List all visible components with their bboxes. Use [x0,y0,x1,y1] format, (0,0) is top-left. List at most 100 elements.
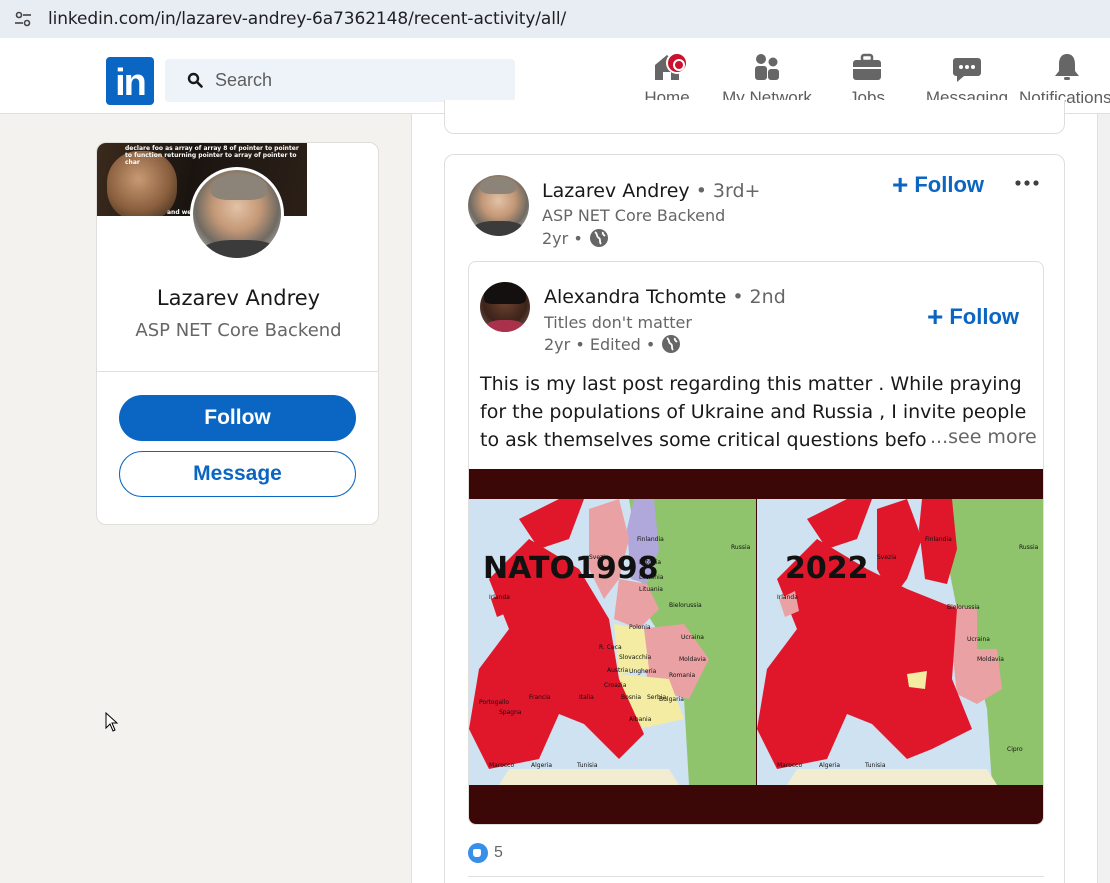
briefcase-icon [853,53,881,80]
map-country-label: Marocco [777,762,802,769]
globe-icon [589,229,608,247]
profile-card: declare foo as array of array 8 of point… [96,142,379,525]
people-icon [755,54,779,80]
browser-url-bar[interactable]: linkedin.com/in/lazarev-andrey-6a7362148… [0,0,1110,38]
shared-connection-degree: • 2nd [732,286,786,308]
more-options-icon[interactable] [1012,173,1042,193]
bell-icon [1055,54,1079,80]
map-country-label: Ucraina [967,636,990,643]
see-more-link[interactable]: ...see more [926,426,1037,448]
map-country-label: Croazia [604,682,627,689]
post-image[interactable]: Finlandia Russia Svezia Estonia Lettonia Litu… [469,469,1043,824]
map-country-label: Bielorussia [947,604,980,611]
post-author[interactable]: Lazarev Andrey • 3rd+ [542,180,760,202]
reactions-summary[interactable]: 5 [468,843,503,863]
notification-badge [666,52,688,74]
map-nato-2022: Finlandia Russia Svezia Bielorussia Irlanda U… [757,499,1043,785]
map-country-label: Slovacchia [619,654,651,661]
map-country-label: Russia [731,544,751,551]
map-country-label: Ucraina [681,634,704,641]
map-country-label: Tunisia [864,762,886,769]
search-input[interactable] [215,59,505,102]
post-follow-button[interactable]: + Follow [892,169,985,200]
shared-post[interactable]: Alexandra Tchomte • 2nd Titles don't mat… [468,261,1044,825]
shared-author-headline: Titles don't matter [544,313,692,332]
connection-degree: • 3rd+ [695,180,761,202]
map-nato-1998: Finlandia Russia Svezia Estonia Lettonia Litu… [469,499,756,785]
map-country-label: Portogallo [479,699,509,706]
map-country-label: Russia [1019,544,1039,551]
map-left-title: NATO1998 [483,551,659,586]
post-author-avatar[interactable] [468,175,529,236]
map-country-label: Finlandia [637,536,664,543]
map-country-label: Lituania [639,586,663,593]
profile-headline: ASP NET Core Backend [135,320,342,341]
map-country-label: Bosnia [621,694,641,701]
map-country-label: Albania [629,716,652,723]
plus-icon: + [892,169,909,200]
post-meta: 2yr • [542,228,609,248]
avatar-hair [480,177,516,194]
map-country-label: Irlanda [777,594,798,601]
site-settings-icon[interactable] [14,10,32,28]
shared-follow-button[interactable]: + Follow [927,301,1020,332]
avatar-hair [484,282,526,304]
map-country-label: Moldavia [679,656,706,663]
map-country-label: Svezia [877,554,897,561]
previous-post-card [444,100,1065,134]
post-time: 2yr • [542,228,583,248]
map-country-label: Marocco [489,762,514,769]
map-country-label: Spagna [499,709,522,716]
post-author-headline: ASP NET Core Backend [542,206,726,225]
map-country-label: Cipro [1007,746,1023,753]
map-country-label: R. Ceca [599,644,622,651]
reaction-count: 5 [494,844,503,861]
map-country-label: Moldavia [977,656,1004,663]
map-country-label: Ungheria [629,668,657,675]
shared-author[interactable]: Alexandra Tchomte • 2nd [544,286,786,308]
linkedin-logo[interactable]: in [106,57,154,105]
page-scrollbar[interactable] [1098,114,1110,883]
map-country-label: Italia [579,694,594,701]
post-author-name[interactable]: Lazarev Andrey [542,180,690,202]
globe-icon [662,335,681,353]
avatar[interactable] [190,167,284,261]
divider [97,371,378,372]
map-country-label: Algeria [819,762,840,769]
follow-button[interactable]: Follow [119,395,356,441]
map-country-label: Austria [607,667,629,674]
shared-follow-label: Follow [949,304,1020,329]
feed-post: Lazarev Andrey • 3rd+ ASP NET Core Backe… [444,154,1065,883]
map-country-label: Bielorussia [669,602,702,609]
shared-author-name[interactable]: Alexandra Tchomte [544,286,726,308]
map-right-title: 2022 [785,551,869,586]
shared-post-meta: 2yr • Edited • [544,334,681,354]
message-button[interactable]: Message [119,451,356,497]
map-country-label: Algeria [531,762,552,769]
plus-icon: + [927,301,944,332]
avatar-shirt [473,221,524,236]
mouse-cursor-icon [105,712,119,732]
europe-map-2022: Finlandia Russia Svezia Bielorussia Irlanda U… [757,499,1043,785]
shared-author-avatar[interactable] [480,282,530,332]
search-icon [187,72,203,88]
map-country-label: Finlandia [925,536,952,543]
post-follow-label: Follow [914,172,985,197]
map-country-label: Francia [529,694,551,701]
cover-meme-caption: declare foo as array of array 8 of point… [125,145,299,166]
like-icon [468,843,488,863]
url-text[interactable]: linkedin.com/in/lazarev-andrey-6a7362148… [48,9,566,29]
map-country-label: Bulgaria [659,696,684,703]
europe-map-1998: FinlandiaRussiaSveziaEstoniaLettoniaLitu… [469,499,756,785]
avatar-shirt [486,320,524,332]
chat-icon [953,58,981,82]
avatar-shirt [201,240,279,258]
divider [468,876,1044,877]
shared-post-time: 2yr • Edited • [544,334,656,354]
profile-name: Lazarev Andrey [156,286,321,310]
avatar-hair [211,174,267,200]
map-country-label: Polonia [629,624,651,631]
map-country-label: Irlanda [489,594,510,601]
map-country-label: Tunisia [576,762,598,769]
search-box[interactable] [165,59,515,102]
